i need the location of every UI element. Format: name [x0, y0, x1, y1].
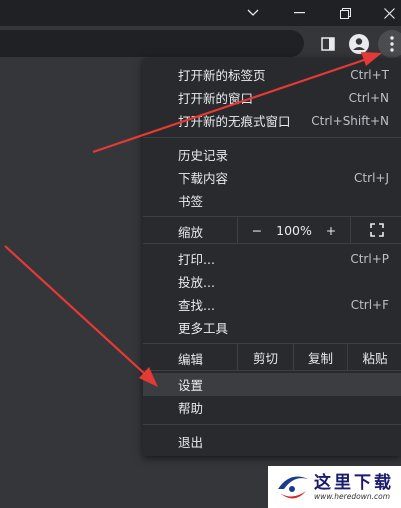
watermark-logo-icon: [278, 476, 308, 499]
annotation-arrow-to-menu-button: [92, 58, 365, 154]
arrow-head-icon: [361, 52, 382, 66]
watermark-url: www.heredown.com: [314, 492, 391, 501]
annotation-arrows: [4, 52, 382, 387]
watermark: 这里下载 www.heredown.com: [268, 466, 401, 508]
annotation-arrow-to-settings: [4, 245, 147, 376]
watermark-text: 这里下载: [314, 473, 394, 493]
